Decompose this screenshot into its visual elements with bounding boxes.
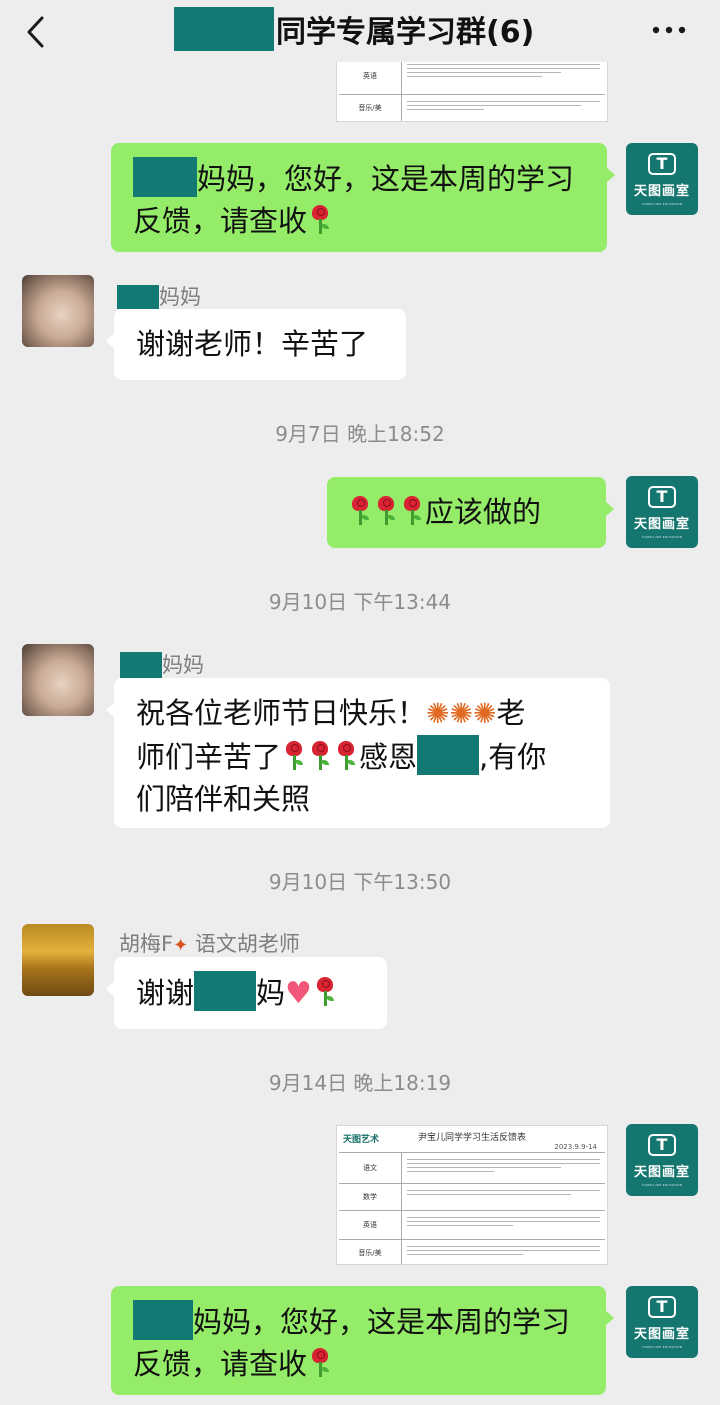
tiantu-logo-icon: T	[648, 1295, 676, 1318]
maple-leaf-icon: ✦	[173, 935, 189, 956]
redaction-block	[120, 652, 162, 678]
tiantu-logo-icon: T	[648, 152, 676, 175]
fireworks-emoji-icon: ✺	[472, 697, 497, 730]
message-bubble[interactable]: 祝各位老师节日快乐！✺✺✺老 师们辛苦了 感恩 ,有你 们陪伴和关照	[106, 678, 610, 828]
message-bubble[interactable]: 妈妈，您好，这是本周的学习 反馈，请查收	[111, 143, 615, 252]
chat-header: 同学专属学习群(6)	[0, 0, 720, 62]
avatar[interactable]: T 天图画室 TIANTU ART EDUCATION	[626, 1124, 698, 1196]
tiantu-logo-icon: T	[648, 1133, 676, 1156]
redaction-block	[174, 7, 274, 51]
chevron-left-icon[interactable]	[18, 12, 58, 52]
feedback-image[interactable]: 天图艺术 尹宝儿同学学习生活反馈表 2023.9.9-14 语文 数学 英语 音…	[336, 1125, 608, 1265]
redaction-block	[117, 285, 159, 309]
timestamp: 9月14日 晚上18:19	[268, 1071, 452, 1095]
fireworks-emoji-icon: ✺	[426, 697, 450, 730]
rose-emoji-icon	[350, 496, 370, 526]
redaction-block	[194, 971, 257, 1011]
rose-emoji-icon	[402, 496, 422, 526]
doc-date: 2023.9.9-14	[554, 1143, 597, 1151]
timestamp: 9月7日 晚上18:52	[275, 422, 445, 446]
message-bubble[interactable]: 应该做的	[327, 477, 614, 548]
message-bubble[interactable]: 谢谢 妈♥	[106, 957, 387, 1029]
avatar[interactable]: T 天图画室 TIANTU ART EDUCATION	[626, 476, 698, 548]
doc-logo: 天图艺术	[343, 1135, 380, 1145]
redaction-block	[417, 735, 480, 775]
more-dots-icon[interactable]	[646, 10, 692, 50]
doc-row-label: 音乐/美	[339, 95, 402, 121]
doc-row-label: 英语	[339, 58, 402, 94]
doc-row-label: 数学	[339, 1184, 402, 1210]
tiantu-logo-icon: T	[648, 485, 676, 508]
rose-emoji-icon	[310, 1348, 330, 1378]
sender-name: 妈妈	[120, 649, 204, 679]
timestamp: 9月10日 下午13:50	[268, 870, 452, 894]
redaction-block	[133, 1300, 193, 1340]
rose-emoji-icon	[376, 496, 396, 526]
avatar[interactable]: T 天图画室 TIANTU ART EDUCATION	[626, 1286, 698, 1358]
rose-emoji-icon	[336, 741, 356, 771]
rose-emoji-icon	[284, 741, 304, 771]
group-title: 同学专属学习群(6)	[276, 15, 535, 50]
feedback-image-partial[interactable]: 英语 音乐/美	[336, 56, 608, 122]
avatar[interactable]	[22, 644, 94, 716]
doc-row-label: 语文	[339, 1153, 402, 1183]
sender-name: 妈妈	[117, 281, 201, 311]
message-bubble[interactable]: 妈妈，您好，这是本周的学习 反馈，请查收	[111, 1286, 614, 1395]
fireworks-emoji-icon: ✺	[449, 697, 473, 730]
avatar[interactable]: T 天图画室 TIANTU ART EDUCATION	[626, 143, 698, 215]
avatar[interactable]	[22, 924, 94, 996]
doc-row-label: 英语	[339, 1211, 402, 1239]
rose-emoji-icon	[310, 205, 330, 235]
redaction-block	[133, 157, 197, 197]
message-bubble[interactable]: 谢谢老师！辛苦了	[106, 309, 406, 380]
timestamp: 9月10日 下午13:44	[268, 590, 452, 614]
rose-emoji-icon	[310, 741, 330, 771]
heart-emoji-icon: ♥	[285, 976, 312, 1011]
sender-name: 胡梅F✦ 语文胡老师	[119, 932, 300, 956]
rose-emoji-icon	[315, 977, 335, 1007]
chat-title: 同学专属学习群(6)	[174, 6, 534, 52]
avatar[interactable]	[22, 275, 94, 347]
doc-row-label: 音乐/美	[339, 1240, 402, 1264]
